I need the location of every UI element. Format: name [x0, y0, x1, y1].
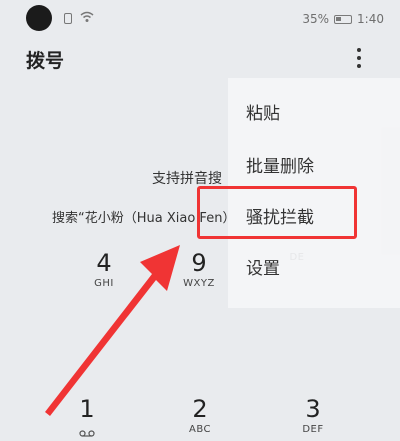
- annotation-arrow-icon: [45, 245, 180, 416]
